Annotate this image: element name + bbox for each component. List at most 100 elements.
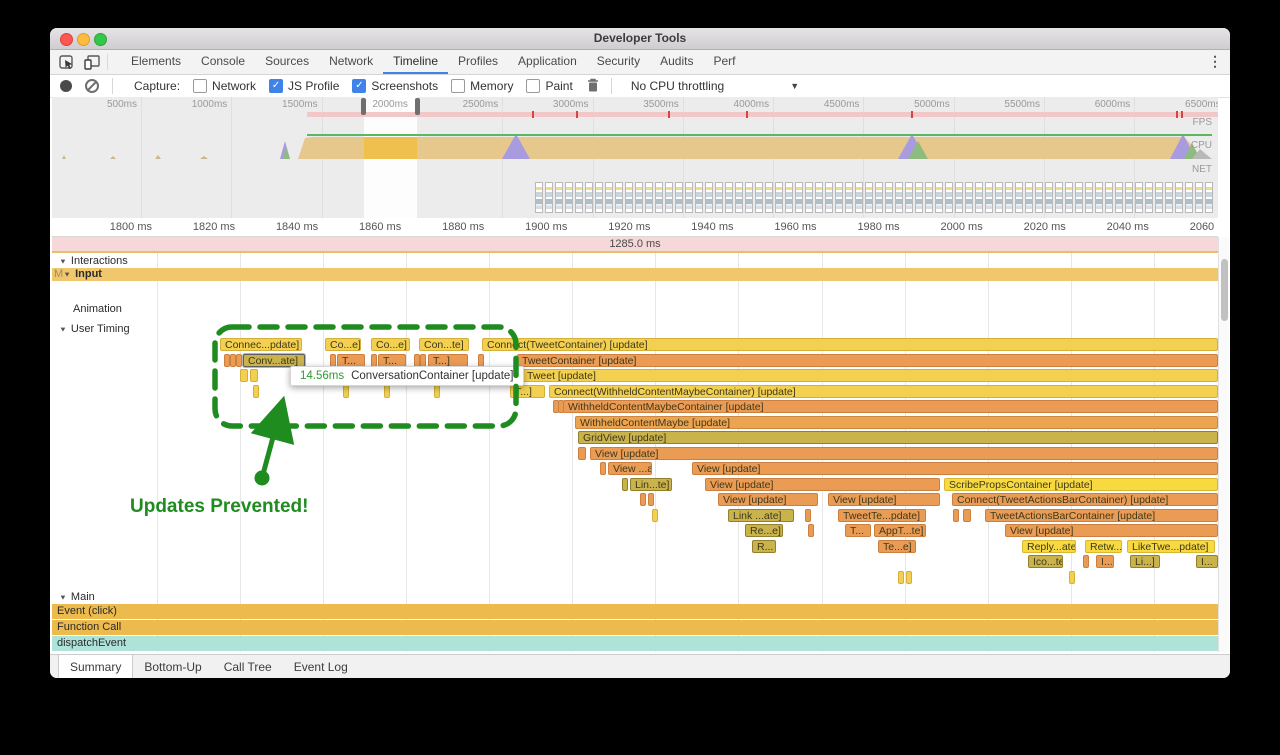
filmstrip-thumbnail[interactable] bbox=[675, 182, 683, 213]
filmstrip-thumbnail[interactable] bbox=[1055, 182, 1063, 213]
user-timing-tick[interactable] bbox=[253, 385, 259, 398]
filmstrip-thumbnail[interactable] bbox=[585, 182, 593, 213]
tab-application[interactable]: Application bbox=[508, 50, 587, 74]
user-timing-bar[interactable]: Reply...ate] bbox=[1022, 540, 1076, 553]
filmstrip-thumbnail[interactable] bbox=[545, 182, 553, 213]
tab-timeline[interactable]: Timeline bbox=[383, 50, 448, 74]
collapse-triangle-icon[interactable]: ▼ bbox=[63, 271, 71, 279]
more-options-icon[interactable]: ⋮ bbox=[1208, 53, 1222, 70]
trash-icon[interactable] bbox=[587, 78, 599, 95]
user-timing-bar[interactable]: Connect(TweetActionsBarContainer) [updat… bbox=[952, 493, 1218, 506]
user-timing-bar[interactable]: GridView [update] bbox=[578, 431, 1218, 444]
user-timing-bar[interactable]: T... bbox=[378, 354, 406, 367]
filmstrip-thumbnail[interactable] bbox=[605, 182, 613, 213]
user-timing-tick[interactable] bbox=[478, 354, 484, 367]
user-timing-tick[interactable] bbox=[250, 369, 258, 382]
user-timing-bar[interactable]: Lin...te] bbox=[630, 478, 672, 491]
main-track-row-function-call[interactable]: Function Call bbox=[52, 620, 1218, 635]
filmstrip-thumbnail[interactable] bbox=[1205, 182, 1213, 213]
user-timing-bar[interactable]: T... bbox=[845, 524, 871, 537]
user-timing-bar[interactable]: Re...e] bbox=[745, 524, 783, 537]
user-timing-bar[interactable]: Connect(TweetContainer) [update] bbox=[482, 338, 1218, 351]
user-timing-bar[interactable]: Ico...te] bbox=[1028, 555, 1063, 568]
section-user-timing[interactable]: ▼User Timing bbox=[52, 323, 1218, 336]
filmstrip-thumbnail[interactable] bbox=[945, 182, 953, 213]
capture-checkbox-network[interactable]: Network bbox=[193, 79, 256, 93]
user-timing-bar[interactable]: TweetContainer [update] bbox=[517, 354, 1218, 367]
user-timing-tick[interactable] bbox=[330, 354, 336, 367]
filmstrip-thumbnail[interactable] bbox=[1075, 182, 1083, 213]
user-timing-bar[interactable]: LikeTwe...pdate] bbox=[1127, 540, 1215, 553]
toggle-device-toolbar-icon[interactable] bbox=[84, 55, 100, 70]
filmstrip-thumbnail[interactable] bbox=[965, 182, 973, 213]
user-timing-tick[interactable] bbox=[906, 571, 912, 584]
user-timing-bar[interactable]: View [update] bbox=[718, 493, 818, 506]
user-timing-bar[interactable]: Con...te] bbox=[419, 338, 469, 351]
user-timing-bar[interactable]: View [update] bbox=[705, 478, 940, 491]
tab-perf[interactable]: Perf bbox=[703, 50, 745, 74]
unchecked-checkbox-icon[interactable] bbox=[451, 79, 465, 93]
user-timing-tick[interactable] bbox=[578, 447, 586, 460]
filmstrip-thumbnail[interactable] bbox=[745, 182, 753, 213]
filmstrip-thumbnail[interactable] bbox=[925, 182, 933, 213]
filmstrip-thumbnail[interactable] bbox=[915, 182, 923, 213]
filmstrip-thumbnail[interactable] bbox=[1005, 182, 1013, 213]
filmstrip-thumbnail[interactable] bbox=[1065, 182, 1073, 213]
filmstrip-thumbnail[interactable] bbox=[625, 182, 633, 213]
filmstrip-thumbnail[interactable] bbox=[1025, 182, 1033, 213]
filmstrip-thumbnail[interactable] bbox=[655, 182, 663, 213]
user-timing-bar[interactable]: T...] bbox=[510, 385, 545, 398]
filmstrip-thumbnail[interactable] bbox=[645, 182, 653, 213]
user-timing-tick[interactable] bbox=[640, 493, 646, 506]
filmstrip-thumbnail[interactable] bbox=[575, 182, 583, 213]
filmstrip-thumbnail[interactable] bbox=[665, 182, 673, 213]
user-timing-tick[interactable] bbox=[434, 385, 440, 398]
filmstrip-thumbnail[interactable] bbox=[1115, 182, 1123, 213]
user-timing-bar[interactable]: View [update] bbox=[1005, 524, 1218, 537]
capture-checkbox-paint[interactable]: Paint bbox=[526, 79, 572, 93]
record-button[interactable] bbox=[60, 80, 72, 92]
capture-checkbox-screenshots[interactable]: ✓Screenshots bbox=[352, 79, 438, 93]
user-timing-bar[interactable]: T... bbox=[337, 354, 365, 367]
user-timing-bar[interactable]: Retw...te] bbox=[1085, 540, 1122, 553]
filmstrip-thumbnail[interactable] bbox=[795, 182, 803, 213]
capture-checkbox-js-profile[interactable]: ✓JS Profile bbox=[269, 79, 339, 93]
filmstrip-thumbnail[interactable] bbox=[765, 182, 773, 213]
user-timing-tick[interactable] bbox=[343, 385, 349, 398]
filmstrip-thumbnail[interactable] bbox=[785, 182, 793, 213]
input-track-row[interactable]: M▼Input bbox=[52, 268, 1218, 281]
tab-elements[interactable]: Elements bbox=[121, 50, 191, 74]
user-timing-tick[interactable] bbox=[648, 493, 654, 506]
main-track-row-event-click[interactable]: Event (click) bbox=[52, 604, 1218, 619]
unchecked-checkbox-icon[interactable] bbox=[526, 79, 540, 93]
filmstrip-thumbnail[interactable] bbox=[975, 182, 983, 213]
filmstrip-thumbnail[interactable] bbox=[875, 182, 883, 213]
user-timing-tick[interactable] bbox=[600, 462, 606, 475]
bottom-tab-summary[interactable]: Summary bbox=[58, 655, 133, 678]
scrollbar-thumb[interactable] bbox=[1221, 259, 1228, 321]
main-track-row-dispatchevent[interactable]: dispatchEvent bbox=[52, 636, 1218, 651]
filmstrip-thumbnail[interactable] bbox=[1155, 182, 1163, 213]
clear-recording-button[interactable] bbox=[85, 79, 99, 93]
filmstrip-thumbnail[interactable] bbox=[1035, 182, 1043, 213]
collapse-triangle-icon[interactable]: ▼ bbox=[59, 594, 67, 602]
filmstrip-thumbnail[interactable] bbox=[825, 182, 833, 213]
filmstrip-thumbnail[interactable] bbox=[1195, 182, 1203, 213]
filmstrip-thumbnail[interactable] bbox=[895, 182, 903, 213]
filmstrip-thumbnail[interactable] bbox=[1105, 182, 1113, 213]
tab-network[interactable]: Network bbox=[319, 50, 383, 74]
filmstrip-thumbnail[interactable] bbox=[755, 182, 763, 213]
filmstrip-thumbnail[interactable] bbox=[1095, 182, 1103, 213]
section-interactions[interactable]: ▼Interactions bbox=[52, 255, 1218, 268]
filmstrip-thumbnail[interactable] bbox=[835, 182, 843, 213]
selection-left-handle[interactable] bbox=[361, 98, 366, 115]
user-timing-bar[interactable]: T...] bbox=[428, 354, 468, 367]
filmstrip-thumbnail[interactable] bbox=[595, 182, 603, 213]
filmstrip-thumbnail[interactable] bbox=[1185, 182, 1193, 213]
filmstrip-thumbnail[interactable] bbox=[995, 182, 1003, 213]
filmstrip-thumbnail[interactable] bbox=[535, 182, 543, 213]
bottom-tab-call-tree[interactable]: Call Tree bbox=[213, 655, 283, 678]
filmstrip-thumbnail[interactable] bbox=[725, 182, 733, 213]
user-timing-tick[interactable] bbox=[805, 509, 811, 522]
user-timing-bar[interactable]: View [update] bbox=[692, 462, 1218, 475]
